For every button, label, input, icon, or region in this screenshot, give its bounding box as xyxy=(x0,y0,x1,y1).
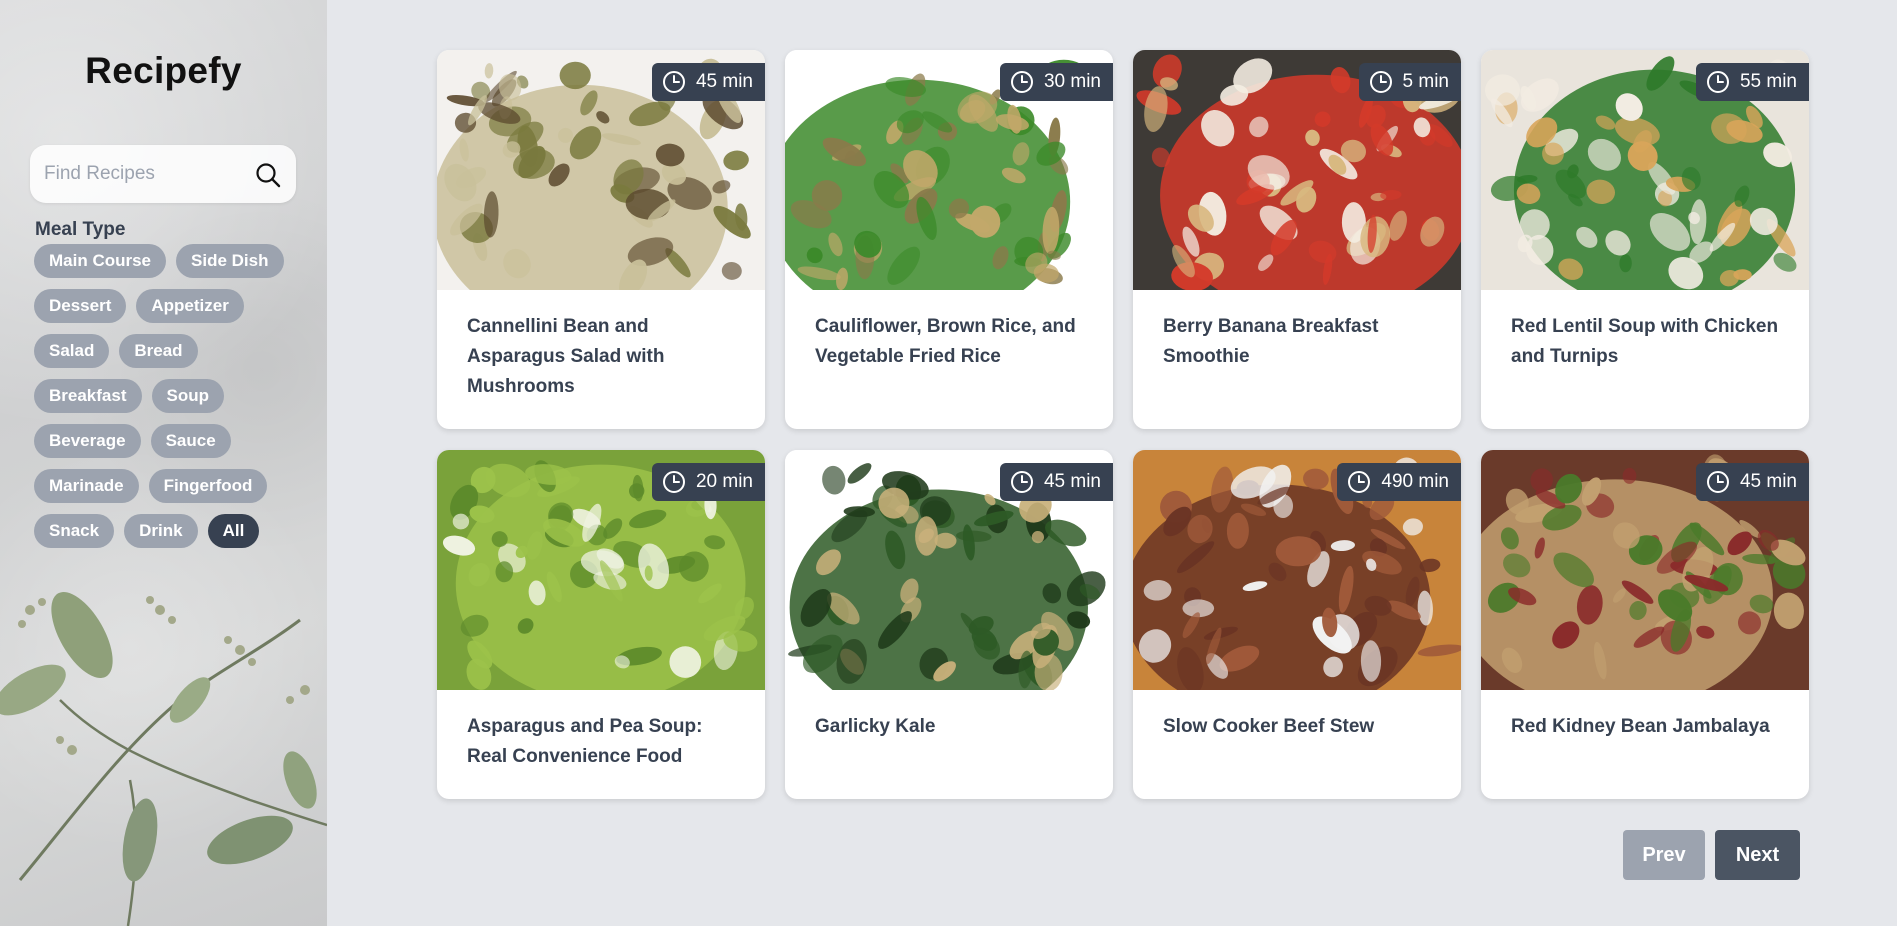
meal-type-chip-drink[interactable]: Drink xyxy=(124,514,198,548)
recipe-title[interactable]: Garlicky Kale xyxy=(785,690,1113,742)
recipe-image[interactable]: 55 min xyxy=(1481,50,1809,290)
cook-time-label: 20 min xyxy=(695,471,753,492)
cook-time-label: 45 min xyxy=(695,71,753,92)
prev-button[interactable]: Prev xyxy=(1623,830,1705,880)
clock-icon xyxy=(1348,471,1371,493)
clock-icon xyxy=(1010,471,1033,493)
recipe-title[interactable]: Red Lentil Soup with Chicken and Turnips xyxy=(1481,290,1809,372)
cook-time-badge: 490 min xyxy=(1337,463,1461,501)
recipe-title[interactable]: Cauliflower, Brown Rice, and Vegetable F… xyxy=(785,290,1113,372)
cook-time-label: 55 min xyxy=(1739,71,1797,92)
meal-type-chip-breakfast[interactable]: Breakfast xyxy=(34,379,142,413)
pagination: Prev Next xyxy=(1623,830,1800,880)
cook-time-label: 5 min xyxy=(1402,71,1449,92)
cook-time-badge: 55 min xyxy=(1695,63,1809,101)
eucalyptus-decoration xyxy=(0,592,327,926)
recipe-image[interactable]: 5 min xyxy=(1133,50,1461,290)
cook-time-badge: 45 min xyxy=(999,463,1113,501)
recipe-image[interactable]: 490 min xyxy=(1133,450,1461,690)
app-logo[interactable]: Recipefy xyxy=(0,50,327,92)
meal-type-chip-snack[interactable]: Snack xyxy=(34,514,115,548)
cook-time-badge: 45 min xyxy=(651,63,765,101)
search-icon[interactable] xyxy=(254,161,282,189)
recipe-card[interactable]: 45 min Cannellini Bean and Asparagus Sal… xyxy=(437,50,765,429)
recipe-image[interactable]: 45 min xyxy=(1481,450,1809,690)
cook-time-label: 30 min xyxy=(1043,71,1101,92)
recipe-card[interactable]: 30 min Cauliflower, Brown Rice, and Vege… xyxy=(785,50,1113,429)
recipe-card[interactable]: 55 min Red Lentil Soup with Chicken and … xyxy=(1481,50,1809,429)
recipe-title[interactable]: Red Kidney Bean Jambalaya xyxy=(1481,690,1809,742)
recipe-card[interactable]: 45 min Red Kidney Bean Jambalaya xyxy=(1481,450,1809,799)
meal-type-chip-salad[interactable]: Salad xyxy=(34,334,110,368)
recipe-image[interactable]: 45 min xyxy=(785,450,1113,690)
cook-time-badge: 20 min xyxy=(651,463,765,501)
cook-time-badge: 5 min xyxy=(1358,63,1461,101)
meal-type-chip-beverage[interactable]: Beverage xyxy=(34,424,141,458)
recipe-title[interactable]: Slow Cooker Beef Stew xyxy=(1133,690,1461,742)
recipe-image[interactable]: 20 min xyxy=(437,450,765,690)
meal-type-chip-soup[interactable]: Soup xyxy=(151,379,224,413)
recipe-title[interactable]: Cannellini Bean and Asparagus Salad with… xyxy=(437,290,765,402)
cook-time-label: 45 min xyxy=(1043,471,1101,492)
recipe-image[interactable]: 30 min xyxy=(785,50,1113,290)
next-button[interactable]: Next xyxy=(1715,830,1800,880)
meal-type-chip-appetizer[interactable]: Appetizer xyxy=(136,289,244,323)
clock-icon xyxy=(1706,71,1729,93)
cook-time-label: 490 min xyxy=(1381,471,1449,492)
meal-type-chip-sauce[interactable]: Sauce xyxy=(150,424,231,458)
recipe-grid: 45 min Cannellini Bean and Asparagus Sal… xyxy=(437,50,1809,799)
meal-type-chip-side-dish[interactable]: Side Dish xyxy=(176,244,284,278)
search-box xyxy=(30,145,296,203)
sidebar: Recipefy Meal Type Main Course Side Dish D… xyxy=(0,0,327,926)
clock-icon xyxy=(1010,71,1033,93)
meal-type-chip-main-course[interactable]: Main Course xyxy=(34,244,167,278)
meal-type-chip-dessert[interactable]: Dessert xyxy=(34,289,127,323)
recipe-card[interactable]: 5 min Berry Banana Breakfast Smoothie xyxy=(1133,50,1461,429)
recipe-title[interactable]: Berry Banana Breakfast Smoothie xyxy=(1133,290,1461,372)
meal-type-chip-all[interactable]: All xyxy=(207,514,260,548)
cook-time-badge: 45 min xyxy=(1695,463,1809,501)
meal-type-chip-marinade[interactable]: Marinade xyxy=(34,469,139,503)
cook-time-label: 45 min xyxy=(1739,471,1797,492)
meal-type-chip-bread[interactable]: Bread xyxy=(119,334,198,368)
meal-type-heading: Meal Type xyxy=(35,219,126,240)
clock-icon xyxy=(662,71,685,93)
recipe-title[interactable]: Asparagus and Pea Soup: Real Convenience… xyxy=(437,690,765,772)
search-input[interactable] xyxy=(44,145,244,203)
clock-icon xyxy=(1369,71,1392,93)
recipe-card[interactable]: 45 min Garlicky Kale xyxy=(785,450,1113,799)
recipe-image[interactable]: 45 min xyxy=(437,50,765,290)
cook-time-badge: 30 min xyxy=(999,63,1113,101)
recipe-card[interactable]: 490 min Slow Cooker Beef Stew xyxy=(1133,450,1461,799)
clock-icon xyxy=(662,471,685,493)
clock-icon xyxy=(1706,471,1729,493)
meal-type-chip-fingerfood[interactable]: Fingerfood xyxy=(148,469,268,503)
meal-type-filters: Main Course Side Dish Dessert Appetizer Sala… xyxy=(34,244,296,548)
recipe-card[interactable]: 20 min Asparagus and Pea Soup: Real Conv… xyxy=(437,450,765,799)
